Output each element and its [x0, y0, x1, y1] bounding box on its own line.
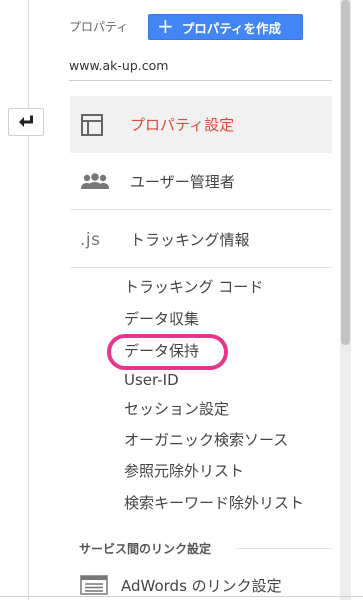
sub-item-session-settings[interactable]: セッション設定: [124, 398, 229, 419]
product-linking-heading: サービス間のリンク設定: [79, 542, 212, 556]
property-selector[interactable]: www.ak-up.com: [69, 58, 168, 73]
window-layout-icon: [81, 113, 103, 136]
adwords-icon: [80, 575, 108, 595]
left-divider-line: [28, 0, 29, 600]
section-divider: [236, 548, 332, 549]
property-label: プロパティ: [69, 20, 129, 34]
plus-icon: +: [157, 14, 174, 38]
sub-item-referral-exclusion-list[interactable]: 参照元除外リスト: [124, 460, 244, 481]
create-property-button[interactable]: + プロパティを作成: [148, 14, 303, 40]
sub-item-tracking-code[interactable]: トラッキング コード: [124, 276, 263, 297]
bottom-divider: [0, 596, 363, 597]
scrollbar-thumb[interactable]: [341, 0, 350, 345]
nav-property-settings[interactable]: プロパティ設定: [70, 96, 332, 153]
create-property-label: プロパティを作成: [181, 20, 282, 36]
nav-user-management[interactable]: ユーザー管理者: [70, 154, 332, 210]
nav-user-management-label: ユーザー管理者: [130, 173, 235, 191]
nav-tracking-info[interactable]: .js トラッキング情報: [70, 212, 332, 268]
property-selector-underline: [69, 80, 332, 81]
javascript-icon: .js: [80, 229, 101, 250]
back-button[interactable]: [8, 108, 44, 136]
users-group-icon: [81, 172, 109, 189]
highlight-annotation: [107, 334, 228, 370]
nav-adwords-linking[interactable]: AdWords のリンク設定: [121, 575, 282, 596]
nav-property-settings-label: プロパティ設定: [130, 116, 235, 134]
sub-item-user-id[interactable]: User-ID: [124, 371, 179, 389]
sub-item-organic-search-sources[interactable]: オーガニック検索ソース: [124, 429, 288, 450]
sub-item-search-term-exclusion-list[interactable]: 検索キーワード除外リスト: [124, 492, 304, 513]
sub-item-data-collection[interactable]: データ収集: [124, 308, 199, 329]
back-arrow-icon: [19, 115, 33, 127]
nav-tracking-info-label: トラッキング情報: [130, 231, 250, 249]
